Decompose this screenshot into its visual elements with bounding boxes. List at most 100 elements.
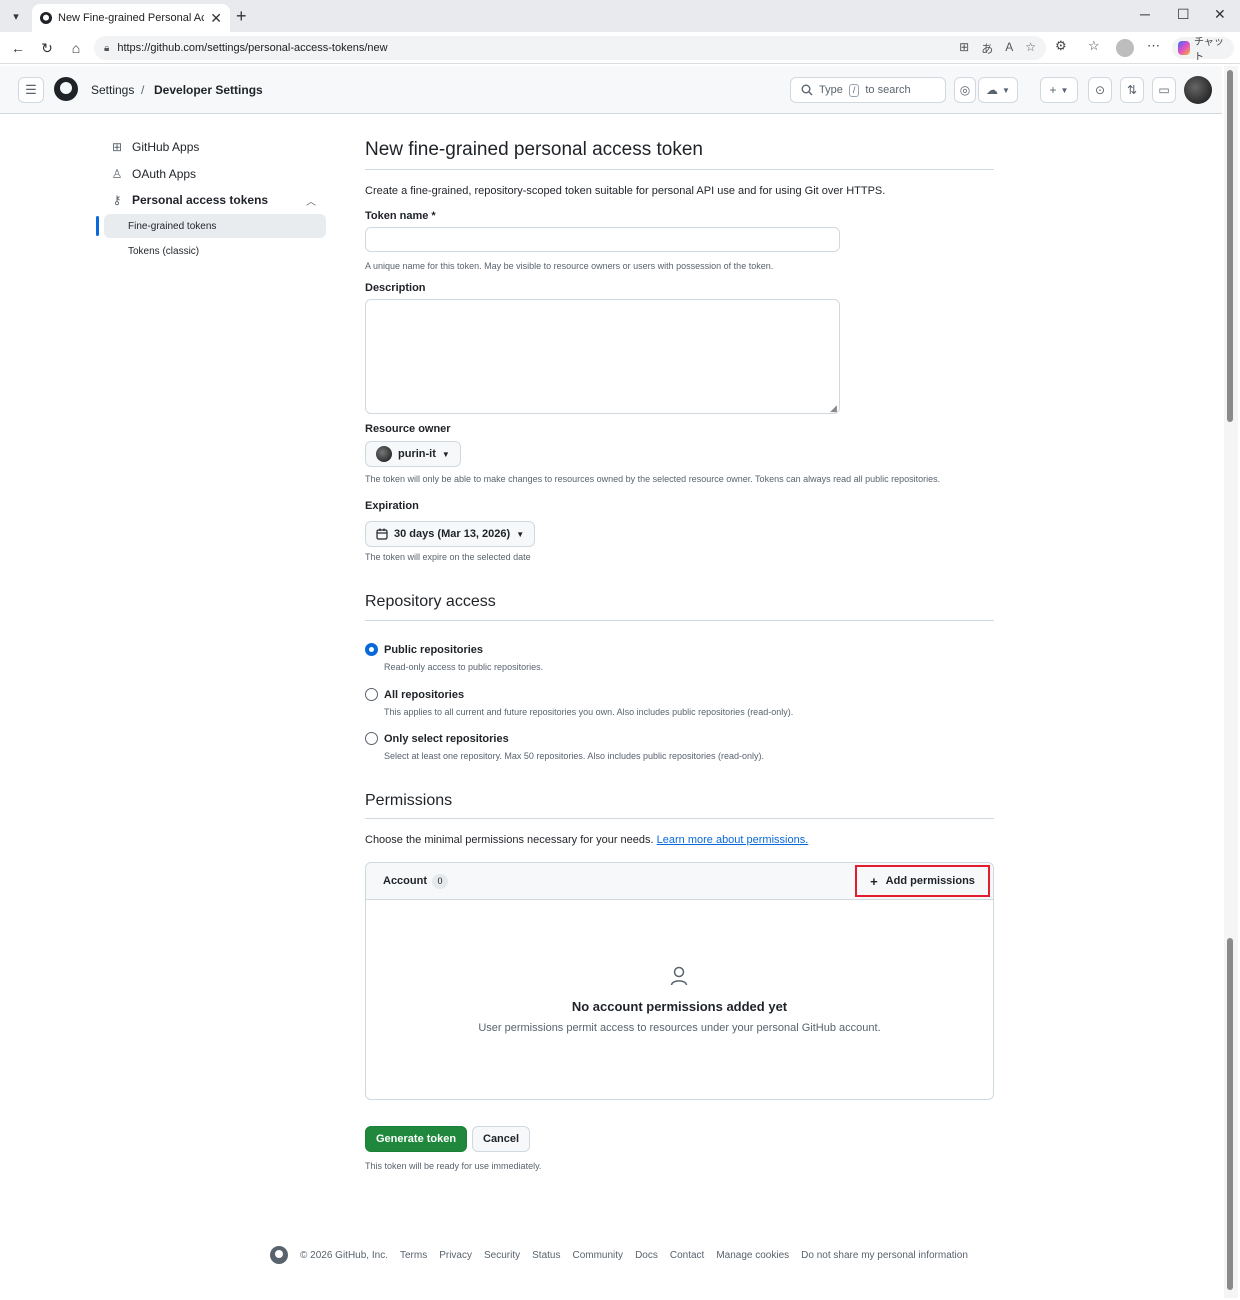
radio-only-select-repositories[interactable] — [365, 732, 378, 745]
divider — [365, 818, 994, 819]
footer-link-terms[interactable]: Terms — [400, 1250, 427, 1261]
add-permissions-label: Add permissions — [885, 875, 975, 887]
browser-tab[interactable]: New Fine-grained Personal Access ✕ — [32, 4, 230, 32]
public-repositories-label[interactable]: Public repositories — [384, 644, 483, 656]
favorites-icon[interactable]: ☆ — [1088, 38, 1100, 54]
expiration-select[interactable]: 30 days (Mar 13, 2026) ▼ — [365, 521, 536, 547]
resource-owner-value: purin-it — [398, 448, 436, 460]
read-aloud-icon[interactable]: A — [1005, 40, 1013, 57]
cancel-button[interactable]: Cancel — [472, 1126, 531, 1152]
only-select-repositories-label[interactable]: Only select repositories — [384, 733, 509, 745]
add-permissions-button[interactable]: + Add permissions — [855, 865, 990, 897]
resource-owner-label: Resource owner — [365, 423, 451, 435]
search-shortcut-key: / — [848, 83, 860, 97]
empty-state-title: No account permissions added yet — [571, 999, 788, 1014]
sidebar-item-tokens-classic[interactable]: Tokens (classic) — [104, 239, 326, 263]
expiration-value: 30 days (Mar 13, 2026) — [394, 528, 511, 540]
window-close-icon[interactable]: ✕ — [1214, 6, 1226, 23]
footer-link-manage-cookies[interactable]: Manage cookies — [716, 1250, 789, 1261]
sidebar-item-label: Personal access tokens — [132, 193, 269, 207]
sidebar-item-personal-access-tokens[interactable]: ⚷ Personal access tokens — [104, 188, 326, 212]
inbox-icon[interactable]: ▭ — [1152, 77, 1176, 103]
address-bar[interactable]: 🔒︎ https://github.com/settings/personal-… — [94, 36, 1046, 60]
tab-close-icon[interactable]: ✕ — [210, 10, 222, 27]
user-avatar[interactable] — [1184, 76, 1212, 104]
account-label: Account — [383, 875, 427, 887]
copilot-button[interactable]: チャット — [1172, 37, 1234, 63]
only-select-repositories-note: Select at least one repository. Max 50 r… — [384, 751, 765, 761]
sidebar-item-github-apps[interactable]: ⊞ GitHub Apps — [104, 135, 326, 159]
resource-owner-select[interactable]: purin-it ▼ — [365, 441, 461, 467]
footer-link-status[interactable]: Status — [532, 1250, 560, 1261]
github-logo-icon[interactable] — [54, 77, 78, 101]
footer-link-docs[interactable]: Docs — [635, 1250, 658, 1261]
radio-all-repositories[interactable] — [365, 688, 378, 701]
resize-handle-icon[interactable]: ◢ — [830, 403, 837, 414]
token-name-input[interactable] — [365, 227, 840, 252]
sidebar-item-label: GitHub Apps — [132, 140, 200, 154]
copilot-chat-icon[interactable]: ◎ — [954, 77, 976, 103]
calendar-icon — [376, 528, 388, 540]
tab-title: New Fine-grained Personal Access — [58, 12, 205, 24]
sidebar-item-oauth-apps[interactable]: ♙ OAuth Apps — [104, 162, 326, 186]
minimize-icon[interactable]: ─ — [1140, 6, 1150, 22]
sidebar-item-label: OAuth Apps — [132, 167, 197, 181]
ready-note: This token will be ready for use immedia… — [365, 1161, 542, 1171]
back-icon[interactable]: ← — [8, 38, 28, 58]
breadcrumb-settings[interactable]: Settings — [91, 83, 134, 97]
chevron-up-icon[interactable]: ︿ — [306, 193, 316, 208]
tab-list-chevron-icon[interactable]: ▾ — [6, 6, 26, 26]
account-count-badge: 0 — [432, 874, 448, 889]
permissions-intro-text: Choose the minimal permissions necessary… — [365, 834, 654, 846]
scrollbar-thumb[interactable] — [1227, 938, 1233, 1290]
public-repositories-note: Read-only access to public repositories. — [384, 662, 544, 672]
repository-access-heading: Repository access — [365, 593, 496, 610]
permissions-heading: Permissions — [365, 792, 453, 809]
app-available-icon[interactable]: ⊞ — [959, 40, 969, 57]
resource-owner-note: The token will only be able to make chan… — [365, 474, 941, 484]
key-icon: ⚷ — [112, 193, 122, 207]
learn-more-permissions-link[interactable]: Learn more about permissions. — [657, 834, 809, 846]
active-indicator — [96, 216, 99, 236]
footer-link-community[interactable]: Community — [572, 1250, 623, 1261]
radio-public-repositories[interactable] — [365, 643, 378, 656]
footer-link-contact[interactable]: Contact — [670, 1250, 704, 1261]
footer-copyright: © 2026 GitHub, Inc. — [300, 1249, 388, 1261]
footer: © 2026 GitHub, Inc. Terms Privacy Securi… — [270, 1246, 968, 1264]
description-textarea[interactable] — [365, 299, 840, 414]
maximize-icon[interactable]: ☐ — [1177, 6, 1190, 23]
token-name-label: Token name * — [365, 210, 436, 222]
url-text: https://github.com/settings/personal-acc… — [117, 42, 388, 54]
profile-icon[interactable] — [1116, 39, 1134, 57]
copilot-dropdown-icon[interactable]: ☁ ▼ — [978, 77, 1018, 103]
home-icon[interactable]: ⌂ — [66, 38, 86, 58]
reload-icon[interactable]: ↻ — [37, 38, 57, 58]
search-input[interactable]: Type / to search — [790, 77, 946, 103]
issues-icon[interactable]: ⊙ — [1088, 77, 1112, 103]
create-new-icon[interactable]: + ▼ — [1040, 77, 1078, 103]
sidebar-item-fine-grained-tokens[interactable]: Fine-grained tokens — [104, 214, 326, 238]
footer-link-do-not-share[interactable]: Do not share my personal information — [801, 1250, 968, 1261]
plus-icon: + — [870, 873, 878, 889]
all-repositories-label[interactable]: All repositories — [384, 689, 464, 701]
generate-token-button[interactable]: Generate token — [365, 1126, 468, 1152]
hamburger-menu-icon[interactable]: ☰ — [18, 77, 44, 103]
favorite-star-icon[interactable]: ☆ — [1025, 40, 1036, 57]
new-tab-icon[interactable]: + — [236, 6, 247, 27]
token-name-note: A unique name for this token. May be vis… — [365, 261, 774, 271]
scrollbar-thumb[interactable] — [1227, 70, 1233, 422]
extensions-icon[interactable]: ⚙ — [1055, 38, 1067, 54]
breadcrumb-developer-settings[interactable]: Developer Settings — [154, 83, 263, 97]
caret-down-icon: ▼ — [441, 449, 450, 459]
person-icon — [670, 966, 688, 986]
more-menu-icon[interactable]: ⋯ — [1147, 38, 1160, 54]
footer-link-privacy[interactable]: Privacy — [439, 1250, 472, 1261]
pull-requests-icon[interactable]: ⇅ — [1120, 77, 1144, 103]
divider — [365, 620, 994, 621]
owner-avatar — [376, 446, 392, 462]
translate-icon[interactable]: あ — [981, 40, 993, 57]
footer-link-security[interactable]: Security — [484, 1250, 520, 1261]
caret-down-icon: ▼ — [516, 529, 525, 539]
github-logo-icon — [270, 1246, 288, 1264]
copilot-label: チャット — [1193, 37, 1224, 63]
